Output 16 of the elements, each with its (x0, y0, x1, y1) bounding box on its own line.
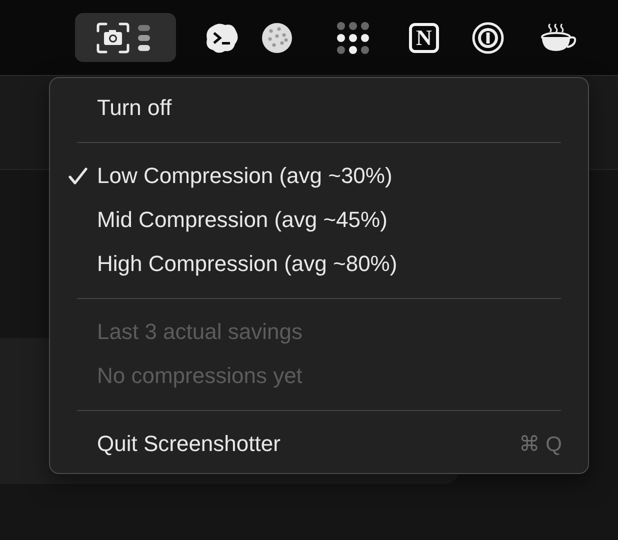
menu-item[interactable]: Quit Screenshotter (97, 431, 519, 457)
menu-item: No compressions yet (97, 363, 304, 389)
keyboard-shortcut: ⌘ Q (518, 432, 562, 456)
menu-item[interactable]: Mid Compression (avg ~45%) (97, 207, 562, 233)
menu-item[interactable]: High Compression (avg ~80%) (97, 251, 562, 277)
menu-bar-item[interactable]: N (404, 13, 444, 62)
cookie-icon (261, 22, 293, 54)
terminal-icon (205, 22, 239, 54)
ring-icon (472, 22, 504, 54)
menu-item[interactable]: Turn off (97, 95, 562, 121)
menu-bar-item[interactable] (75, 13, 176, 62)
grid-dots-icon (336, 20, 370, 54)
coffee-cup-icon (540, 22, 578, 54)
menu-item: Last 3 actual savings (97, 319, 304, 345)
menu-item[interactable]: Low Compression (avg ~30%) (97, 163, 562, 189)
notion-icon: N (409, 22, 439, 52)
